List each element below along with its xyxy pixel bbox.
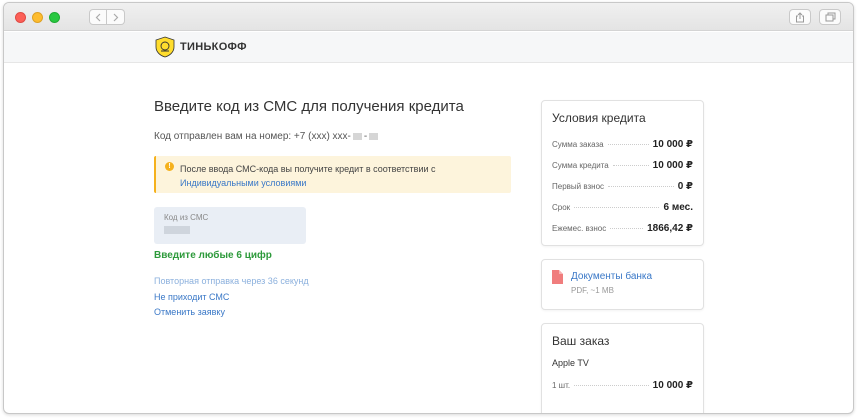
forward-button[interactable] bbox=[107, 9, 125, 25]
credit-conditions-title: Условия кредита bbox=[552, 111, 646, 125]
tinkoff-shield-icon bbox=[155, 36, 175, 58]
no-sms-link[interactable]: Не приходит СМС bbox=[154, 290, 514, 306]
condition-row: Сумма кредита 10 000 ₽ bbox=[552, 160, 693, 171]
masked-phone-part bbox=[352, 133, 362, 140]
condition-row: Сумма заказа 10 000 ₽ bbox=[552, 139, 693, 150]
browser-window: ТИНЬКОФФ Введите код из СМС для получени… bbox=[3, 2, 854, 414]
site-header: ТИНЬКОФФ bbox=[4, 32, 853, 63]
condition-row: Первый взнос 0 ₽ bbox=[552, 181, 693, 192]
sms-code-input[interactable]: Код из СМС bbox=[154, 207, 306, 244]
chevron-left-icon bbox=[95, 13, 101, 21]
credit-conditions-card: Условия кредита Сумма заказа 10 000 ₽ Су… bbox=[541, 100, 704, 246]
notice-text: После ввода СМС-кода вы получите кредит … bbox=[180, 164, 436, 188]
code-sent-text: Код отправлен вам на номер: +7 (xxx) xxx… bbox=[154, 131, 351, 142]
individual-terms-link[interactable]: Индивидуальными условиями bbox=[180, 178, 306, 188]
masked-phone-part bbox=[369, 133, 379, 140]
sms-hint: Введите любые 6 цифр bbox=[154, 250, 272, 261]
bank-documents-card: Документы банка PDF, ~1 MB bbox=[541, 259, 704, 310]
credit-notice: ! После ввода СМС-кода вы получите креди… bbox=[154, 156, 511, 193]
bank-documents-link-wrap[interactable]: Документы банка PDF, ~1 MB bbox=[552, 270, 693, 295]
minimize-window-button[interactable] bbox=[32, 12, 43, 23]
resend-timer-link: Повторная отправка через 36 секунд bbox=[154, 276, 309, 286]
toolbar-right bbox=[789, 9, 841, 25]
document-meta: PDF, ~1 MB bbox=[571, 286, 614, 295]
history-nav bbox=[89, 9, 125, 25]
condition-row: Срок 6 мес. bbox=[552, 202, 693, 213]
sms-confirmation-section: Введите код из СМС для получения кредита… bbox=[154, 98, 514, 321]
pdf-file-icon bbox=[552, 270, 563, 284]
order-item-name: Apple TV bbox=[552, 358, 589, 368]
back-button[interactable] bbox=[89, 9, 107, 25]
bank-documents-link[interactable]: Документы банка bbox=[571, 271, 652, 282]
tabs-icon bbox=[825, 12, 835, 22]
title-bar bbox=[4, 3, 853, 31]
cancel-application-link[interactable]: Отменить заявку bbox=[154, 305, 514, 321]
condition-row: Ежемес. взнос 1866,42 ₽ bbox=[552, 223, 693, 234]
credit-conditions-list: Сумма заказа 10 000 ₽ Сумма кредита 10 0… bbox=[542, 134, 703, 239]
brand-name: ТИНЬКОФФ bbox=[180, 41, 247, 53]
share-button[interactable] bbox=[789, 9, 811, 25]
brand-logo[interactable]: ТИНЬКОФФ bbox=[154, 36, 247, 58]
warning-icon: ! bbox=[165, 162, 174, 171]
order-item-qty: 1 шт. bbox=[552, 381, 571, 390]
close-window-button[interactable] bbox=[15, 12, 26, 23]
page-title: Введите код из СМС для получения кредита bbox=[154, 98, 464, 115]
order-title: Ваш заказ bbox=[552, 334, 610, 348]
share-icon bbox=[796, 11, 804, 22]
tabs-button[interactable] bbox=[819, 9, 841, 25]
sms-code-label: Код из СМС bbox=[164, 213, 209, 222]
chevron-right-icon bbox=[113, 13, 118, 21]
order-item-price: 10 000 ₽ bbox=[652, 380, 693, 391]
order-item-row: 1 шт. 10 000 ₽ bbox=[542, 375, 703, 396]
zoom-window-button[interactable] bbox=[49, 12, 60, 23]
sms-actions: Повторная отправка через 36 секунд Не пр… bbox=[154, 274, 514, 321]
sms-code-value-masked bbox=[164, 226, 190, 234]
code-sent-line: Код отправлен вам на номер: +7 (xxx) xxx… bbox=[154, 131, 514, 142]
order-card: Ваш заказ Apple TV 1 шт. 10 000 ₽ bbox=[541, 323, 704, 413]
